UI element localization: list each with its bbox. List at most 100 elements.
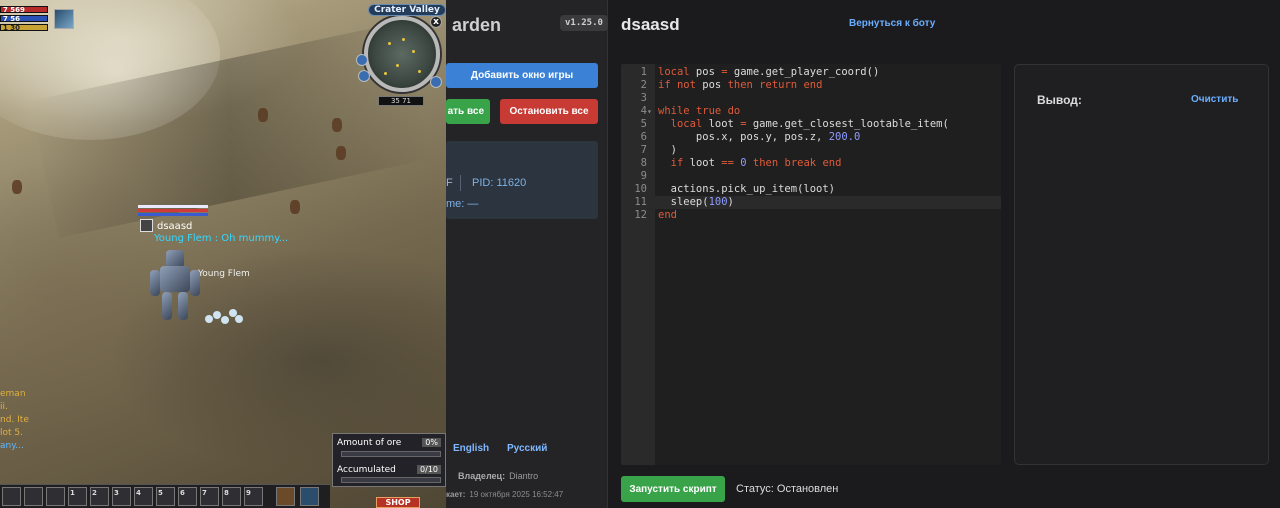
license-info: кает: 19 октября 2025 16:52:47 bbox=[446, 490, 563, 499]
monster-sprite[interactable] bbox=[12, 180, 22, 194]
line-number: 10 bbox=[634, 183, 647, 195]
hotbar-slot[interactable]: 1 bbox=[68, 487, 87, 506]
code-line[interactable]: 6 pos.x, pos.y, pos.z, 200.0 bbox=[621, 131, 1001, 144]
language-english-link[interactable]: English bbox=[453, 443, 489, 454]
line-number: 3 bbox=[640, 92, 647, 104]
chat-line: any... bbox=[0, 441, 24, 451]
language-russian-link[interactable]: Русский bbox=[507, 443, 547, 454]
code-text: if not pos then return end bbox=[658, 79, 823, 91]
skill-hotbar: 1 2 3 4 5 6 7 8 9 bbox=[0, 484, 330, 508]
code-line[interactable]: 1 local pos = game.get_player_coord() bbox=[621, 66, 1001, 79]
code-text: if loot == 0 then break end bbox=[670, 157, 842, 169]
line-number: 12 bbox=[634, 209, 647, 221]
buff-icon[interactable] bbox=[54, 9, 74, 29]
minimap-map[interactable] bbox=[364, 16, 440, 92]
code-line[interactable]: 12 end bbox=[621, 209, 1001, 222]
player-character[interactable] bbox=[150, 250, 200, 322]
code-text: sleep(100) bbox=[658, 196, 734, 208]
monster-sprite[interactable] bbox=[258, 108, 268, 122]
script-title: dsaasd bbox=[621, 15, 680, 34]
code-text: local loot = game.get_closest_lootable_i… bbox=[670, 118, 949, 130]
minimap[interactable]: Crater Valley x 35 71 bbox=[356, 4, 446, 108]
player-status-bars: 7 569 7 56 1 30 bbox=[0, 6, 48, 33]
game-client-window[interactable]: 7 569 7 56 1 30 Crater Valley x 35 71 ds… bbox=[0, 0, 446, 508]
license-label: кает: bbox=[446, 490, 466, 499]
ore-amount-label: Amount of ore bbox=[337, 438, 402, 448]
character-name-label: me: — bbox=[446, 198, 479, 210]
license-date: 19 октября 2025 16:52:47 bbox=[469, 490, 564, 499]
shop-button[interactable]: SHOP bbox=[376, 497, 420, 508]
code-line[interactable]: 3 bbox=[621, 92, 1001, 105]
hotbar-slot[interactable]: 3 bbox=[112, 487, 131, 506]
output-label: Вывод: bbox=[1037, 93, 1082, 107]
owner-label: Владелец: bbox=[458, 471, 506, 481]
hotbar-slot[interactable]: 6 bbox=[178, 487, 197, 506]
hotbar-slot[interactable]: 9 bbox=[244, 487, 263, 506]
code-line[interactable]: 4 ▾ while true do bbox=[621, 105, 1001, 118]
start-all-button[interactable]: ать все bbox=[446, 99, 490, 124]
owner-value: Diantro bbox=[509, 471, 539, 481]
owner-info: Владелец: Diantro bbox=[458, 471, 538, 481]
minimap-close-icon[interactable]: x bbox=[430, 16, 442, 28]
chat-line: eman bbox=[0, 389, 26, 399]
line-number: 7 bbox=[640, 144, 647, 156]
character-name: dsaasd bbox=[157, 221, 193, 232]
zoom-out-icon[interactable] bbox=[358, 70, 370, 82]
inventory-icon[interactable] bbox=[300, 487, 319, 506]
add-game-window-button[interactable]: Добавить окно игры bbox=[446, 63, 598, 88]
hotbar-slot[interactable]: 8 bbox=[222, 487, 241, 506]
character-health-bars bbox=[138, 205, 208, 217]
menu-icon[interactable] bbox=[276, 487, 295, 506]
monster-sprite[interactable] bbox=[290, 200, 300, 214]
map-toggle-icon[interactable] bbox=[430, 76, 442, 88]
line-number: 5 bbox=[640, 118, 647, 130]
output-panel: Вывод: Очистить bbox=[1014, 64, 1269, 465]
minimap-zone-title: Crater Valley bbox=[368, 4, 446, 16]
code-line[interactable]: 2 if not pos then return end bbox=[621, 79, 1001, 92]
code-editor[interactable]: 1 local pos = game.get_player_coord() 2 if … bbox=[621, 64, 1001, 465]
zoom-in-icon[interactable] bbox=[356, 54, 368, 66]
mp-bar: 7 56 bbox=[0, 15, 48, 23]
code-text: actions.pick_up_item(loot) bbox=[658, 183, 836, 195]
chat-line: ii. bbox=[0, 402, 8, 412]
hotbar-slot[interactable] bbox=[24, 487, 43, 506]
run-script-button[interactable]: Запустить скрипт bbox=[621, 476, 725, 502]
hotbar-slot[interactable] bbox=[2, 487, 21, 506]
version-badge: v1.25.0 bbox=[560, 15, 608, 31]
hotbar-slot[interactable]: 7 bbox=[200, 487, 219, 506]
hotbar-slot[interactable]: 4 bbox=[134, 487, 153, 506]
code-line[interactable]: 9 bbox=[621, 170, 1001, 183]
code-line[interactable]: 11 sleep(100) bbox=[621, 196, 1001, 209]
chat-log: eman ii. nd. Ite lot 5. any... bbox=[0, 388, 29, 453]
xp-bar: 1 30 bbox=[0, 24, 48, 32]
clear-output-button[interactable]: Очистить bbox=[1191, 94, 1238, 105]
hotbar-slot[interactable]: 5 bbox=[156, 487, 175, 506]
code-line[interactable]: 7 ) bbox=[621, 144, 1001, 157]
hp-bar: 7 569 bbox=[0, 6, 48, 14]
line-number: 11 bbox=[634, 196, 647, 208]
accumulated-progress-bar bbox=[341, 477, 441, 483]
chat-line: lot 5. bbox=[0, 428, 23, 438]
hotbar-slot[interactable]: 2 bbox=[90, 487, 109, 506]
bot-sidebar: arden v1.25.0 Добавить окно игры ать все… bbox=[446, 0, 608, 508]
code-line[interactable]: 8 if loot == 0 then break end bbox=[621, 157, 1001, 170]
line-number: 8 bbox=[640, 157, 647, 169]
back-to-bot-link[interactable]: Вернуться к боту bbox=[849, 18, 935, 29]
code-text: end bbox=[658, 209, 677, 221]
code-line[interactable]: 10 actions.pick_up_item(loot) bbox=[621, 183, 1001, 196]
code-text: ) bbox=[658, 144, 677, 156]
monster-sprite[interactable] bbox=[336, 146, 346, 160]
loot-drop[interactable] bbox=[205, 307, 245, 325]
fold-chevron-icon[interactable]: ▾ bbox=[647, 105, 655, 118]
character-portrait-icon bbox=[140, 219, 153, 232]
accumulated-label: Accumulated bbox=[337, 465, 396, 475]
code-text: while true do bbox=[658, 105, 741, 117]
hotbar-slot[interactable] bbox=[46, 487, 65, 506]
game-window-card[interactable]: F PID: 11620 me: — bbox=[446, 141, 598, 219]
divider bbox=[460, 175, 461, 191]
code-text: pos.x, pos.y, pos.z, 200.0 bbox=[658, 131, 861, 143]
gathering-tracker: Amount of ore 0% Accumulated 0/10 bbox=[332, 433, 446, 487]
monster-sprite[interactable] bbox=[332, 118, 342, 132]
code-line[interactable]: 5 local loot = game.get_closest_lootable… bbox=[621, 118, 1001, 131]
stop-all-button[interactable]: Остановить все bbox=[500, 99, 598, 124]
